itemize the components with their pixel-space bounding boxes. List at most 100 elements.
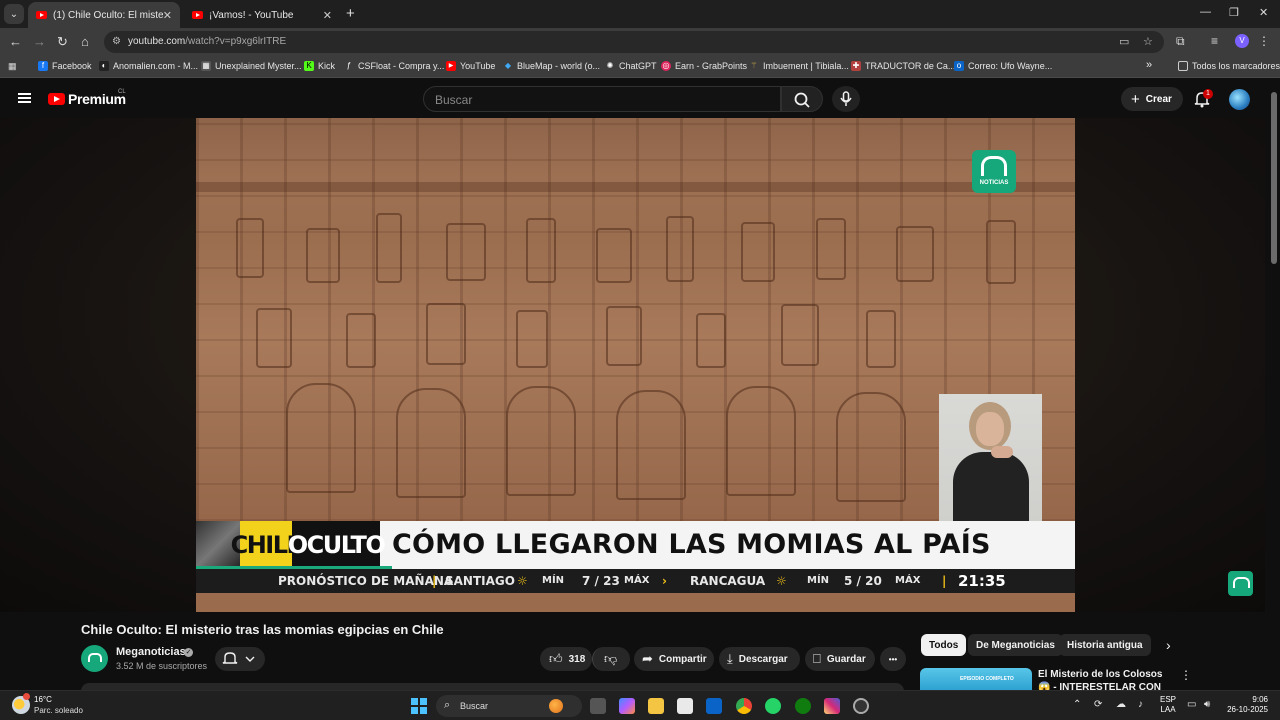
hieroglyph-carving — [236, 218, 264, 278]
bookmark-label: Earn - GrabPoints — [675, 61, 748, 71]
tray-overflow-chevron-icon[interactable]: ⌃ — [1073, 699, 1081, 710]
weather-description[interactable]: Parc. soleado — [34, 706, 83, 715]
tray-volume-icon[interactable]: 🔊︎ — [1204, 699, 1210, 710]
channel-avatar[interactable] — [81, 645, 108, 672]
new-tab-button[interactable]: + — [346, 5, 355, 22]
scrollbar-thumb[interactable] — [1271, 92, 1277, 264]
chatgpt-app-icon[interactable] — [853, 698, 869, 714]
apps-grid-icon[interactable]: ▦ — [8, 61, 17, 72]
omnibox[interactable]: ⚙ youtube.com/watch?v=p9xg6lrITRE ▭ ☆ — [104, 31, 1164, 53]
tab-close-icon[interactable]: ✕ — [323, 9, 332, 22]
plus-icon: + — [1131, 90, 1140, 108]
download-button[interactable]: ⤓ Descargar — [719, 647, 800, 671]
save-button[interactable]: ⎕ Guardar — [805, 647, 875, 671]
bookmark-csfloat[interactable]: ƒ CSFloat - Compra y... — [344, 61, 445, 71]
share-button[interactable]: ➦ Compartir — [634, 647, 714, 671]
subscriber-count: 3.52 M de suscriptores — [116, 661, 208, 671]
bookmark-traductor[interactable]: ✚ TRADUCTOR de Ca... — [851, 61, 955, 71]
interpreter-hands — [991, 446, 1013, 458]
tab-close-icon[interactable]: ✕ — [163, 9, 172, 22]
recommended-video-thumbnail[interactable]: EPISODIO COMPLETO — [920, 668, 1032, 692]
bookmark-star-icon[interactable]: ☆ — [1143, 35, 1153, 48]
lang-line1: ESP — [1160, 695, 1177, 704]
ticker-max-label: MÁX — [895, 575, 921, 586]
hieroglyph-carving — [376, 213, 402, 283]
bookmark-grabpoints[interactable]: ◎ Earn - GrabPoints — [661, 61, 747, 71]
taskbar-clock[interactable]: 9:06 26-10-2025 — [1224, 695, 1268, 715]
meganoticias-m-icon — [981, 156, 1007, 176]
subscription-bell-button[interactable] — [215, 647, 265, 671]
profile-avatar[interactable]: V — [1235, 34, 1249, 48]
page-scrollbar[interactable] — [1268, 80, 1280, 690]
windows-start-icon[interactable] — [411, 698, 427, 714]
bookmark-unexplained[interactable]: ▦ Unexplained Myster... — [201, 61, 302, 71]
extensions-icon[interactable]: ⧉ — [1176, 34, 1185, 49]
tray-network-icon[interactable]: ▭ — [1187, 699, 1196, 710]
whatsapp-icon[interactable] — [765, 698, 781, 714]
back-icon[interactable]: ← — [9, 34, 22, 49]
chip-historia-antigua[interactable]: Historia antigua — [1059, 634, 1151, 656]
search-input[interactable]: Buscar — [423, 86, 781, 112]
verified-check-icon: ✓ — [184, 648, 193, 657]
tab-vamos[interactable]: ¡Vamos! - YouTube ✕ — [184, 2, 340, 28]
more-actions-button[interactable]: ••• — [880, 647, 906, 671]
chrome-taskbar-icon[interactable] — [736, 698, 752, 714]
bookmark-facebook[interactable]: f Facebook — [38, 61, 92, 71]
download-label: Descargar — [738, 653, 788, 665]
instagram-icon[interactable] — [824, 698, 840, 714]
like-button[interactable]: 👍︎ 318 — [540, 647, 592, 671]
outlook-app-icon[interactable] — [706, 698, 722, 714]
hieroglyph-carving — [816, 218, 846, 280]
bookmark-imbuement[interactable]: ⚚ Imbuement | Tibiala... — [749, 61, 848, 71]
task-view-icon[interactable] — [590, 698, 606, 714]
copilot-icon[interactable] — [619, 698, 635, 714]
tab-menu-icon[interactable]: ≡ — [1211, 34, 1218, 48]
bookmark-chatgpt[interactable]: ✺ ChatGPT — [605, 61, 657, 71]
create-button[interactable]: + Crear — [1121, 87, 1183, 111]
channel-name[interactable]: Meganoticias — [116, 646, 186, 658]
tab-search-chevron-icon[interactable]: ⌄ — [4, 4, 24, 24]
reload-icon[interactable]: ↻ — [57, 34, 68, 50]
tab-chile-oculto[interactable]: (1) Chile Oculto: El misterio tras ✕ — [28, 2, 180, 28]
window-close-icon[interactable]: ✕ — [1259, 6, 1268, 19]
microphone-icon — [840, 91, 852, 106]
forward-icon[interactable]: → — [33, 34, 46, 49]
file-explorer-icon[interactable] — [648, 698, 664, 714]
chip-de-meganoticias[interactable]: De Meganoticias — [968, 634, 1063, 656]
chips-next-chevron-icon[interactable]: › — [1166, 637, 1171, 653]
maximize-icon[interactable]: ❐ — [1229, 6, 1239, 19]
cast-icon[interactable]: ▭ — [1119, 35, 1129, 48]
voice-search-button[interactable] — [832, 86, 860, 112]
bookmark-anomalien[interactable]: ◐ Anomalien.com - M... — [99, 61, 198, 71]
microsoft-store-icon[interactable] — [677, 698, 693, 714]
youtube-logo-icon[interactable] — [48, 93, 65, 105]
site-info-icon[interactable]: ⚙ — [112, 36, 121, 47]
weather-temperature[interactable]: 16°C — [34, 695, 52, 704]
chrome-menu-icon[interactable]: ⋮ — [1258, 34, 1270, 48]
xbox-icon[interactable] — [795, 698, 811, 714]
tray-sync-icon[interactable]: ⟳ — [1094, 699, 1102, 710]
bookmark-kick[interactable]: K Kick — [304, 61, 335, 71]
account-avatar[interactable] — [1229, 89, 1250, 110]
tray-mic-icon[interactable]: ♪ — [1138, 699, 1143, 710]
search-button[interactable] — [781, 86, 823, 112]
all-bookmarks-folder[interactable]: Todos los marcadores — [1178, 61, 1280, 71]
menu-hamburger-icon[interactable] — [18, 93, 31, 103]
url-text[interactable]: youtube.com/watch?v=p9xg6lrITRE — [128, 36, 286, 47]
more-bookmarks-icon[interactable]: » — [1146, 59, 1152, 71]
search-placeholder: Buscar — [435, 93, 473, 107]
dislike-button[interactable]: 👎︎ — [592, 647, 630, 671]
chip-todos[interactable]: Todos — [921, 634, 967, 656]
home-icon[interactable]: ⌂ — [81, 34, 89, 49]
video-player[interactable]: NOTICIAS CHILE OCULTO CÓMO LLEGARON LAS … — [196, 118, 1075, 612]
tray-cloud-icon[interactable]: ☁ — [1116, 699, 1126, 710]
bookmark-bluemap[interactable]: ◆ BlueMap - world (o... — [503, 61, 600, 71]
taskbar-search-input[interactable]: ⌕ Buscar — [436, 695, 582, 717]
recommended-video-title[interactable]: El Misterio de los Colosos 😱 - INTERESTE… — [1038, 668, 1168, 690]
input-language-indicator[interactable]: ESP LAA — [1160, 695, 1176, 715]
recommended-more-icon[interactable]: ⋮ — [1180, 668, 1192, 682]
bookmark-correo[interactable]: o Correo: Ufo Wayne... — [954, 61, 1052, 71]
ticker-max-label: MÁX — [624, 575, 650, 586]
bookmark-youtube[interactable]: ▶ YouTube — [446, 61, 495, 71]
minimize-icon[interactable]: — — [1200, 6, 1211, 18]
